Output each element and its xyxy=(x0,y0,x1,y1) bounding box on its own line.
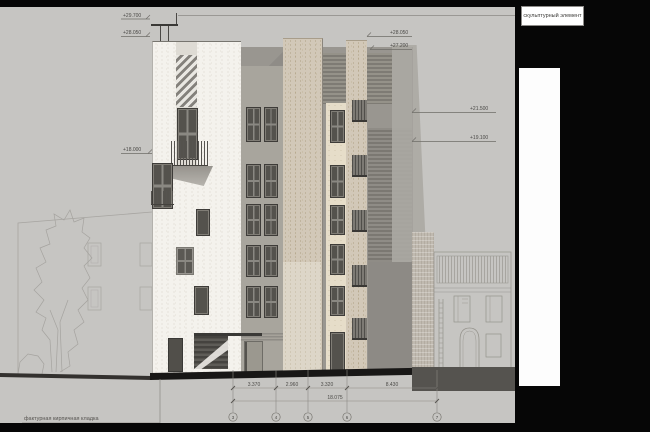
axis-bubble-label: 6 xyxy=(346,415,349,420)
legend-panel xyxy=(519,68,560,386)
dimension-segment-4: 8.430 xyxy=(386,382,399,388)
axis-bubble-label: 4 xyxy=(275,415,278,420)
axis-bubble-label: 7 xyxy=(436,415,439,420)
elevation-mark-left-mid: +18.000 xyxy=(123,147,141,153)
elevation-mark-left-upper: +28.050 xyxy=(123,30,141,36)
elevation-mark-left-top: +29.700 xyxy=(123,13,141,19)
sculpture-callout-text: скульптурный элемент xyxy=(523,13,581,19)
elevation-mark-right-mid2: +19.100 xyxy=(470,135,488,141)
dimension-segment-1: 3.370 xyxy=(248,382,261,388)
dimension-segment-2: 2.960 xyxy=(286,382,299,388)
axis-bubble-label: 5 xyxy=(307,415,310,420)
elevation-mark-right-top: +28.050 xyxy=(390,30,408,36)
axis-bubble-label: 3 xyxy=(232,415,235,420)
elevation-mark-right-mid1: +21.500 xyxy=(470,106,488,112)
brick-note: фактурная кирпичная кладка xyxy=(24,416,100,422)
elevation-mark-right-upper: +27.200 xyxy=(390,43,408,49)
sculpture-callout-label: скульптурный элемент xyxy=(521,6,584,26)
dimension-total: 18.075 xyxy=(327,395,343,401)
elevation-drawing-canvas: +29.700 +28.050 +18.000 +28.050 +27.200 … xyxy=(0,0,650,432)
frame-bottom xyxy=(0,423,650,432)
dimension-segment-3: 3.320 xyxy=(321,382,334,388)
